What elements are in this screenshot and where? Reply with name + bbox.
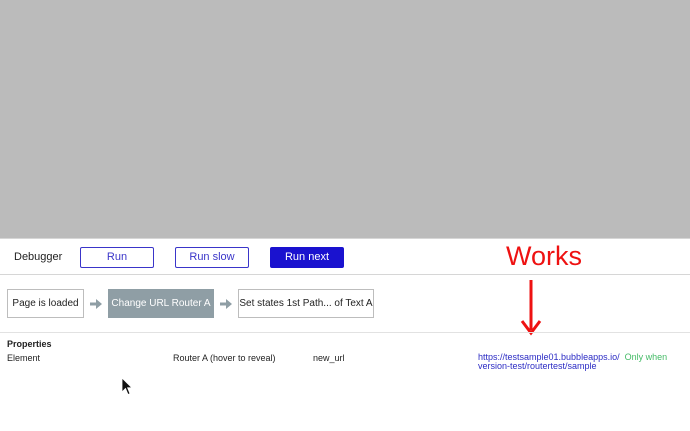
step-set-states[interactable]: Set states 1st Path... of Text A [238, 289, 374, 318]
debugger-title: Debugger [14, 251, 63, 263]
page-preview-canvas [0, 0, 690, 238]
property-element-value[interactable]: Router A (hover to reveal) [173, 353, 276, 363]
step-change-url-router-a[interactable]: Change URL Router A [108, 289, 214, 318]
mouse-cursor-icon [121, 377, 133, 396]
property-url-value: https://testsample01.bubbleapps.io/ Only… [478, 353, 678, 371]
run-next-button[interactable]: Run next [270, 247, 344, 268]
properties-heading: Properties [7, 339, 52, 349]
properties-panel: Properties Element Router A (hover to re… [0, 333, 690, 431]
arrow-right-icon [90, 299, 102, 309]
workflow-steps: Page is loaded Change URL Router A Set s… [0, 275, 690, 333]
property-condition-note: Only when [624, 352, 668, 362]
property-name: new_url [313, 353, 345, 363]
arrow-right-icon [220, 299, 232, 309]
step-page-loaded[interactable]: Page is loaded [7, 289, 84, 318]
property-element-label: Element [7, 353, 41, 363]
debugger-toolbar: Debugger Run Run slow Run next [0, 238, 690, 275]
run-button[interactable]: Run [80, 247, 154, 268]
annotation-works-label: Works [506, 241, 583, 271]
property-url-line2: version-test/routertest/sample [478, 361, 597, 371]
run-slow-button[interactable]: Run slow [175, 247, 249, 268]
